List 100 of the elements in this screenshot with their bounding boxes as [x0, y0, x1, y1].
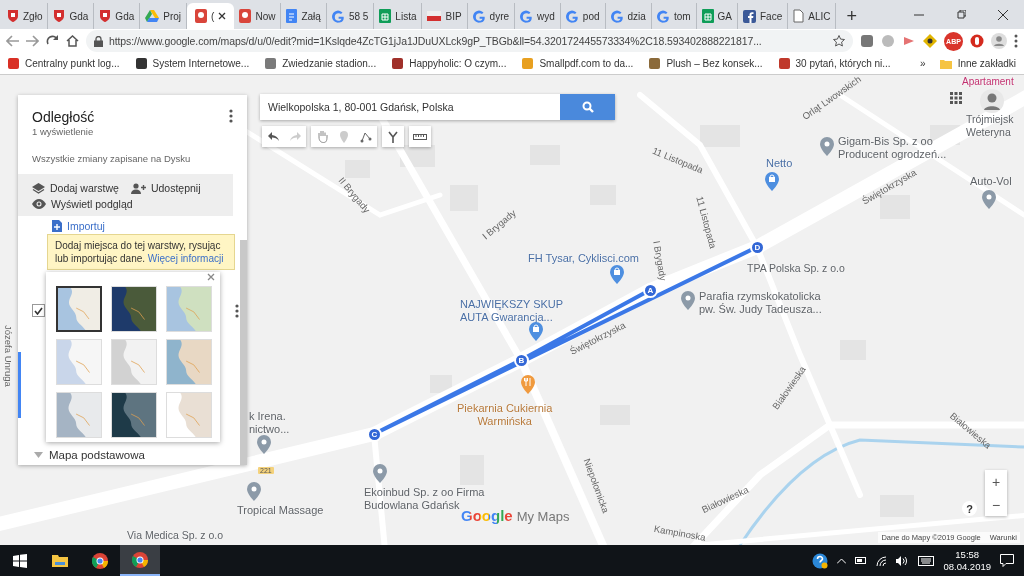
street-label: Józefa Unruga	[3, 325, 14, 387]
undo-button[interactable]	[262, 126, 284, 147]
shield-icon	[99, 9, 112, 23]
import-file-icon	[52, 220, 62, 232]
letter-g-icon	[656, 9, 670, 23]
panel-action-button[interactable]: Dodaj warstwę	[32, 182, 119, 194]
forward-icon[interactable]	[26, 35, 39, 47]
chrome-icon	[132, 551, 148, 568]
place-label: Tropical Massage	[237, 504, 324, 517]
place-label: Trójmiejsk Weteryna	[966, 113, 1014, 139]
map-title[interactable]: Odległość	[32, 109, 229, 125]
battery-icon[interactable]	[855, 557, 868, 564]
panel-action-button[interactable]: Udostępnij	[130, 182, 201, 194]
folder-icon	[52, 554, 68, 567]
drive-icon	[145, 10, 160, 22]
chevron-up-icon[interactable]	[837, 557, 847, 564]
street-label: I Brygady	[651, 240, 669, 282]
restore-icon[interactable]	[956, 9, 966, 20]
zoom-in-button[interactable]: +	[985, 470, 1007, 493]
place-label: Parafia rzymskokatolicka pw. Św. Judy Tadeusza...	[699, 290, 822, 316]
map-pin-icon	[820, 137, 834, 156]
building	[700, 125, 740, 147]
more-options-icon[interactable]	[229, 109, 233, 123]
base-map-toggle[interactable]: Mapa podstawowa	[34, 449, 145, 461]
shopping-bag-pin-icon	[610, 265, 624, 284]
letter-g-icon	[610, 9, 624, 23]
map-pin-icon	[373, 464, 387, 483]
import-link[interactable]: Importuj	[52, 220, 247, 232]
star-icon[interactable]	[833, 35, 845, 47]
panel-action-button[interactable]: Wyświetl podgląd	[32, 198, 133, 210]
volume-icon[interactable]	[896, 555, 910, 566]
apps-grid-icon[interactable]	[950, 92, 962, 104]
browser-tab[interactable]: (	[187, 3, 235, 29]
search-field[interactable]: Wielkopolska 1, 80-001 Gdańsk, Polska	[260, 94, 560, 120]
redo-icon	[289, 132, 301, 141]
new-tab-button[interactable]: +	[836, 3, 867, 29]
browser-taskbar-icon[interactable]	[120, 545, 160, 576]
profile-icon[interactable]	[991, 33, 1007, 49]
marker-icon	[340, 130, 348, 143]
search-button[interactable]	[560, 94, 615, 120]
more-bookmarks-button[interactable]: »	[920, 58, 926, 69]
map-pin-icon	[247, 482, 261, 501]
place-label: NAJWIĘKSZY SKUP AUTA Gwarancja...	[460, 298, 564, 324]
chrome-icon	[92, 552, 108, 569]
spreadsheet-icon	[379, 9, 392, 23]
bookmark-link[interactable]: Happyholic: O czym...	[392, 58, 507, 69]
bookmark-folder[interactable]: Inne zakładki	[939, 58, 1016, 69]
checkmark-icon	[34, 306, 43, 315]
layers-icon	[32, 182, 45, 194]
back-icon[interactable]	[6, 35, 19, 47]
draw-line-button[interactable]	[355, 126, 377, 147]
fork-arrow-icon	[387, 130, 399, 143]
help-tray-icon[interactable]	[812, 552, 829, 569]
map-pin-icon	[681, 291, 695, 310]
bookmark-link[interactable]: Smallpdf.com to da...	[522, 58, 634, 69]
home-icon[interactable]	[66, 35, 79, 47]
lock-icon	[94, 35, 103, 47]
notifications-icon[interactable]	[1000, 554, 1014, 567]
more-info-link[interactable]: Więcej informacji	[147, 253, 224, 264]
address-bar[interactable]: https://www.google.com/maps/d/u/0/edit?mid=1Kslqde4ZcTG1jJa1JDuUXLck9gP_TBGb&ll=54.320172445573334%2C18.593402888221817...	[86, 30, 853, 52]
help-button[interactable]: ?	[962, 501, 977, 516]
building	[430, 375, 452, 393]
directions-button[interactable]	[382, 126, 404, 147]
taskbar-clock[interactable]: 15:58 08.04.2019	[943, 548, 991, 573]
place-label: Gigam-Bis Sp. z oo Producent ogrodzeń...	[838, 135, 947, 161]
shopping-bag-pin-icon	[765, 172, 779, 191]
map-pin-icon	[982, 190, 996, 209]
place-label: Auto-Vol	[970, 175, 1012, 188]
menu-icon[interactable]	[1014, 34, 1018, 48]
letter-g-icon	[565, 9, 579, 23]
spreadsheet-icon	[701, 9, 714, 23]
zoom-out-button[interactable]: −	[985, 493, 1007, 516]
bookmark-link[interactable]: 30 pytań, których ni...	[778, 58, 891, 69]
wifi-icon[interactable]	[876, 555, 888, 566]
measure-button[interactable]	[409, 126, 431, 147]
place-label: Piekarnia Cukiernia Warmińska	[457, 402, 553, 428]
more-options-icon[interactable]	[235, 304, 239, 318]
line-path-icon	[360, 130, 372, 143]
keyboard-icon[interactable]	[918, 555, 935, 566]
scrollbar[interactable]	[240, 240, 247, 465]
extension-icon[interactable]	[923, 34, 937, 48]
folder-icon	[939, 58, 952, 69]
place-label: Netto	[766, 157, 793, 170]
undo-icon	[267, 132, 279, 141]
close-icon[interactable]	[998, 9, 1008, 20]
bookmark-link[interactable]: Centralny punkt log...	[8, 58, 120, 69]
bookmark-link[interactable]: Zwiedzanie stadion...	[265, 58, 377, 69]
place-label: Via Medica Sp. z o.o	[127, 529, 224, 542]
map-style-thumbnail[interactable]	[56, 286, 102, 332]
bookmark-link[interactable]: System Internetowe...	[135, 58, 250, 69]
avatar-icon[interactable]	[980, 89, 1004, 113]
bookmark-link[interactable]: Plush – Bez konsek...	[649, 58, 763, 69]
layer-checkbox[interactable]	[32, 304, 45, 317]
place-label: TPA Polska Sp. z o.o	[747, 262, 845, 275]
shopping-bag-pin-icon	[529, 322, 543, 341]
close-icon[interactable]	[218, 12, 227, 20]
person-add-icon	[130, 182, 146, 194]
map-pin-icon	[195, 9, 208, 23]
street-label: Kampinoska	[653, 523, 707, 543]
letter-g-icon	[472, 9, 486, 23]
